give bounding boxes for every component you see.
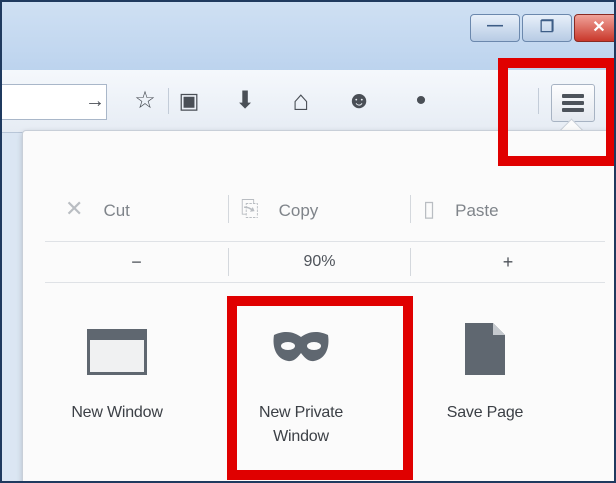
menu-button[interactable] [551, 84, 595, 122]
toolbar-separator [538, 88, 539, 114]
bookmark-star-icon[interactable]: ☆ [130, 86, 160, 116]
home-icon[interactable]: ⌂ [286, 86, 316, 116]
hamburger-icon-bar [562, 101, 584, 105]
minimize-button[interactable]: — [470, 14, 520, 42]
overflow-icon[interactable]: • [406, 86, 436, 116]
cut-label: Cut [103, 201, 130, 220]
download-icon[interactable]: ⬇ [230, 86, 260, 116]
scissors-icon: ✕ [65, 196, 84, 221]
cut-button[interactable]: ✕ Cut [65, 189, 130, 229]
toolbar-separator [168, 88, 169, 114]
new-private-window-label-line1: New Private [258, 404, 344, 421]
menu-panel: ✕ Cut ⎘ Copy ▯ Paste − 90% + New Window [22, 130, 614, 481]
clipboard-icon: ▯ [423, 196, 436, 221]
go-arrow-icon[interactable]: → [80, 86, 110, 116]
panel-buttons: New Window New Private Window Save Page [45, 301, 605, 481]
zoom-out-button[interactable]: − [45, 242, 228, 282]
edit-controls: ✕ Cut ⎘ Copy ▯ Paste [45, 189, 605, 229]
hamburger-icon-bar [562, 108, 584, 112]
new-window-button[interactable]: New Window [37, 301, 197, 481]
zoom-reset-button[interactable]: 90% [229, 242, 410, 282]
chat-icon[interactable]: ☻ [344, 86, 374, 116]
copy-label: Copy [278, 201, 319, 220]
edit-separator [410, 195, 411, 223]
paste-label: Paste [455, 201, 499, 220]
page-icon [463, 321, 507, 377]
new-private-window-label: New Private Window [221, 401, 381, 449]
edit-separator [228, 195, 229, 223]
zoom-controls: − 90% + [45, 241, 605, 283]
copy-button[interactable]: ⎘ Copy [241, 189, 318, 229]
save-page-label: Save Page [446, 404, 524, 421]
window-icon [87, 329, 147, 375]
close-button[interactable]: ✕ [574, 14, 614, 42]
save-page-button[interactable]: Save Page [405, 301, 565, 481]
minimize-icon: — [487, 17, 503, 34]
new-private-window-label-line2: Window [273, 428, 329, 445]
zoom-in-button[interactable]: + [411, 242, 605, 282]
new-window-label: New Window [71, 404, 163, 421]
browser-window: — ❐ ✕ → ☆ ▣ ⬇ ⌂ ☻ • ✕ Cut ⎘ Copy ▯ Paste… [0, 0, 616, 483]
mask-icon [270, 329, 332, 365]
new-private-window-button[interactable]: New Private Window [221, 301, 381, 481]
restore-button[interactable]: ❐ [522, 14, 572, 42]
navigation-toolbar: → ☆ ▣ ⬇ ⌂ ☻ • [2, 70, 614, 133]
restore-icon: ❐ [539, 19, 555, 36]
reading-list-icon[interactable]: ▣ [174, 86, 204, 116]
close-icon: ✕ [592, 19, 606, 36]
paste-button[interactable]: ▯ Paste [423, 189, 499, 229]
window-caption-buttons: — ❐ ✕ [470, 14, 614, 42]
hamburger-icon [562, 94, 584, 98]
copy-icon: ⎘ [241, 196, 259, 221]
